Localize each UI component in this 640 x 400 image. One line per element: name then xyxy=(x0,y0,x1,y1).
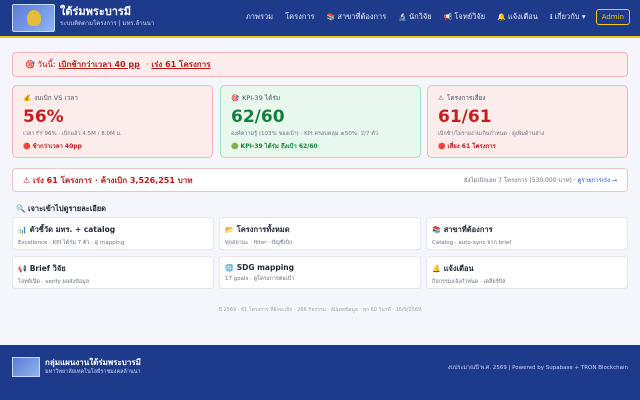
nav-researchers-label: นักวิจัย xyxy=(409,12,432,21)
tile-sdg-mapping-label: SDG mapping xyxy=(236,263,295,272)
tile-sdg-mapping-desc: 17 goals · ดูโครงการต่อเป้า xyxy=(225,276,295,282)
risk-card-value: 61/61 xyxy=(438,107,492,127)
main-nav: ภาพรวม โครงการ 📚 สาขาที่ต้องการ 🔬 นักวิจัย… xyxy=(234,9,630,25)
target-icon: 🎯 xyxy=(231,94,240,102)
top-navbar: ใต้ร่มพระบารมี ระบบติดตามโครงการ | มทร.ล… xyxy=(0,0,640,38)
kpi-card-sub: องค์ความรู้ (103% ของเป้า) · KPI ครอบคลุ… xyxy=(231,131,378,137)
risk-card-status: 🔴 เสี่ยง 61 โครงการ xyxy=(438,143,496,150)
nav-alerts-label: แจ้งเตือน xyxy=(507,12,538,21)
kpi-card-title-text: KPI-39 ได้ร่ม xyxy=(242,94,281,102)
tile-research-brief-label: Brief วิจัย xyxy=(29,264,66,273)
bar-chart-icon: 📊 xyxy=(18,226,27,234)
tile-kpi-catalog-desc: Excellence · KPI ได้ร่ม 7 ตัว · ดู mappi… xyxy=(18,240,125,246)
budget-card-title-text: งบเบิก VS เวลา xyxy=(34,94,78,102)
megaphone-icon: 📢 xyxy=(18,265,27,273)
tile-notifications[interactable]: 🔔 แจ้งเตือน กิจกรรมแจ้งกำหนด · เคลียร์บิล xyxy=(426,256,628,289)
tile-needed-fields-label: สาขาที่ต้องการ xyxy=(443,225,493,234)
nav-alerts[interactable]: 🔔 แจ้งเตือน xyxy=(497,11,538,23)
urgent-summary-bar: ⚠ เร่ง 61 โครงการ · ค้างเบิก 3,526,251 บ… xyxy=(12,168,628,192)
bell-icon: 🔔 xyxy=(432,265,441,273)
megaphone-icon: 📢 xyxy=(443,13,453,21)
budget-card-sub: เวลา FY 96% · เบิกแล้ว 4.5M / 8.0M บ. xyxy=(23,131,122,137)
tile-kpi-catalog-label: ตัวชี้วัด มทร. + catalog xyxy=(29,225,116,234)
university-logo xyxy=(12,4,55,32)
tile-all-projects-desc: ทุกสถานะ · filter · บัญชีเบิก xyxy=(225,240,293,246)
admin-button[interactable]: Admin xyxy=(595,9,630,25)
nav-projects-label: โครงการ xyxy=(285,12,315,21)
tile-kpi-catalog[interactable]: 📊 ตัวชี้วัด มทร. + catalog Excellence · K… xyxy=(12,217,214,250)
budget-card-value: 56% xyxy=(23,107,64,127)
tile-needed-fields[interactable]: 📚 สาขาที่ต้องการ Catalog · auto-sync จาก … xyxy=(426,217,628,250)
globe-icon: 🌐 xyxy=(225,263,234,272)
microscope-icon: 🔬 xyxy=(398,13,407,21)
tile-sdg-mapping-title: 🌐 SDG mapping xyxy=(225,263,415,272)
bell-icon: 🔔 xyxy=(497,13,506,21)
risk-projects-card[interactable]: ⚠ โครงการเสี่ยง 61/61 เบิกช้า/ไม่รายงานเก… xyxy=(427,85,628,158)
today-label: 🎯 วันนี้: xyxy=(25,60,56,69)
tile-research-brief[interactable]: 📢 Brief วิจัย โจทย์เปิด · verify ผลส่งข้อ… xyxy=(12,256,214,289)
page-footer: กลุ่มแผนงานใต้ร่มพระบารมี มหาวิทยาลัยเทค… xyxy=(0,345,640,400)
budget-card-status: 🔴 ช้ากว่าเวลา 40pp xyxy=(23,143,82,150)
tile-all-projects-title: 📂 โครงการทั้งหมด xyxy=(225,224,415,236)
nav-about-dropdown[interactable]: ℹ เกี่ยวกับ ▾ xyxy=(550,11,586,23)
brand[interactable]: ใต้ร่มพระบารมี ระบบติดตามโครงการ | มทร.ล… xyxy=(12,4,154,32)
books-icon: 📚 xyxy=(326,13,336,21)
tile-needed-fields-title: 📚 สาขาที่ต้องการ xyxy=(432,224,622,236)
tile-notifications-label: แจ้งเตือน xyxy=(443,264,474,273)
tile-needed-fields-desc: Catalog · auto-sync จาก brief xyxy=(432,240,512,246)
footer-credits: งบประมาณปี พ.ศ. 2569 | Powered by Supaba… xyxy=(447,365,628,371)
alert-link-urgent-projects[interactable]: เร่ง 61 โครงการ xyxy=(151,58,210,71)
footer-title: กลุ่มแผนงานใต้ร่มพระบารมี xyxy=(45,358,141,367)
urgent-summary-text: ⚠ เร่ง 61 โครงการ · ค้างเบิก 3,526,251 บ… xyxy=(23,175,193,185)
tile-sdg-mapping[interactable]: 🌐 SDG mapping 17 goals · ดูโครงการต่อเป้า xyxy=(219,256,421,289)
tile-notifications-desc: กิจกรรมแจ้งกำหนด · เคลียร์บิล xyxy=(432,279,506,285)
risk-card-title: ⚠ โครงการเสี่ยง xyxy=(438,93,617,103)
today-alert: 🎯 วันนี้: เบิกช้ากว่าเวลา 40 pp · เร่ง 6… xyxy=(12,52,628,77)
tile-all-projects[interactable]: 📂 โครงการทั้งหมด ทุกสถานะ · filter · บัญช… xyxy=(219,217,421,250)
books-icon: 📚 xyxy=(432,226,441,234)
app-subtitle: ระบบติดตามโครงการ | มทร.ล้านนา xyxy=(60,20,155,27)
view-urgent-list-link[interactable]: ดูรายการเร่ง → xyxy=(578,177,617,184)
tile-research-brief-desc: โจทย์เปิด · verify ผลส่งข้อมูล xyxy=(18,279,90,285)
tile-kpi-catalog-title: 📊 ตัวชี้วัด มทร. + catalog xyxy=(18,224,208,236)
drilldown-heading: 🔍 เจาะเข้าไปดูรายละเอียด xyxy=(16,204,107,213)
risk-card-sub: เบิกช้า/ไม่รายงานเกินกำหนด · ดูเพิ่มด้าน… xyxy=(438,131,545,137)
tile-notifications-title: 🔔 แจ้งเตือน xyxy=(432,263,622,275)
folder-icon: 📂 xyxy=(225,226,234,234)
data-update-note: ปี 2569 · 61 โครงการ ที่ยังจะเบิก · 266 … xyxy=(218,307,422,313)
footer-logo xyxy=(12,357,40,377)
kpi-card-value: 62/60 xyxy=(231,107,285,127)
nav-projects[interactable]: โครงการ xyxy=(285,11,315,23)
warning-icon: ⚠ xyxy=(438,94,444,102)
nav-overview-label: ภาพรวม xyxy=(245,12,274,21)
nav-about-label: เกี่ยวกับ ▾ xyxy=(554,12,586,21)
kpi-39-card[interactable]: 🎯 KPI-39 ได้ร่ม 62/60 องค์ความรู้ (103% ข… xyxy=(220,85,421,158)
tile-research-brief-title: 📢 Brief วิจัย xyxy=(18,263,208,275)
risk-card-title-text: โครงการเสี่ยง xyxy=(446,94,486,102)
nav-overview[interactable]: ภาพรวม xyxy=(246,11,273,23)
nav-researchers[interactable]: 🔬 นักวิจัย xyxy=(398,11,431,23)
footer-brand: กลุ่มแผนงานใต้ร่มพระบารมี มหาวิทยาลัยเทค… xyxy=(12,357,141,377)
budget-vs-time-card[interactable]: 💰 งบเบิก VS เวลา 56% เวลา FY 96% · เบิกแล… xyxy=(12,85,213,158)
nav-fields-label: สาขาที่ต้องการ xyxy=(337,12,387,21)
footer-subtitle: มหาวิทยาลัยเทคโนโลยีราชมงคลล้านนา xyxy=(45,369,141,375)
money-bag-icon: 💰 xyxy=(23,94,32,102)
nav-fields[interactable]: 📚 สาขาที่ต้องการ xyxy=(327,11,387,23)
nav-briefs-label: โจทย์วิจัย xyxy=(454,12,486,21)
app-title: ใต้ร่มพระบารมี xyxy=(60,5,132,18)
unspent-summary-text: ยังไม่เบิกเลย 7 โครงการ (530,000 บาท) · xyxy=(464,177,576,184)
tile-all-projects-label: โครงการทั้งหมด xyxy=(236,225,290,234)
kpi-card-status: 🟢 KPI-39 ได้ร่ม ถึงเป้า 62/60 xyxy=(231,143,318,150)
alert-link-late-spending[interactable]: เบิกช้ากว่าเวลา 40 pp xyxy=(59,58,140,71)
kpi-card-title: 🎯 KPI-39 ได้ร่ม xyxy=(231,93,410,103)
nav-briefs[interactable]: 📢 โจทย์วิจัย xyxy=(444,11,485,23)
alert-separator: · xyxy=(145,60,149,69)
info-icon: ℹ xyxy=(549,13,553,21)
unspent-summary: ยังไม่เบิกเลย 7 โครงการ (530,000 บาท) · … xyxy=(464,175,617,185)
budget-card-title: 💰 งบเบิก VS เวลา xyxy=(23,93,202,103)
